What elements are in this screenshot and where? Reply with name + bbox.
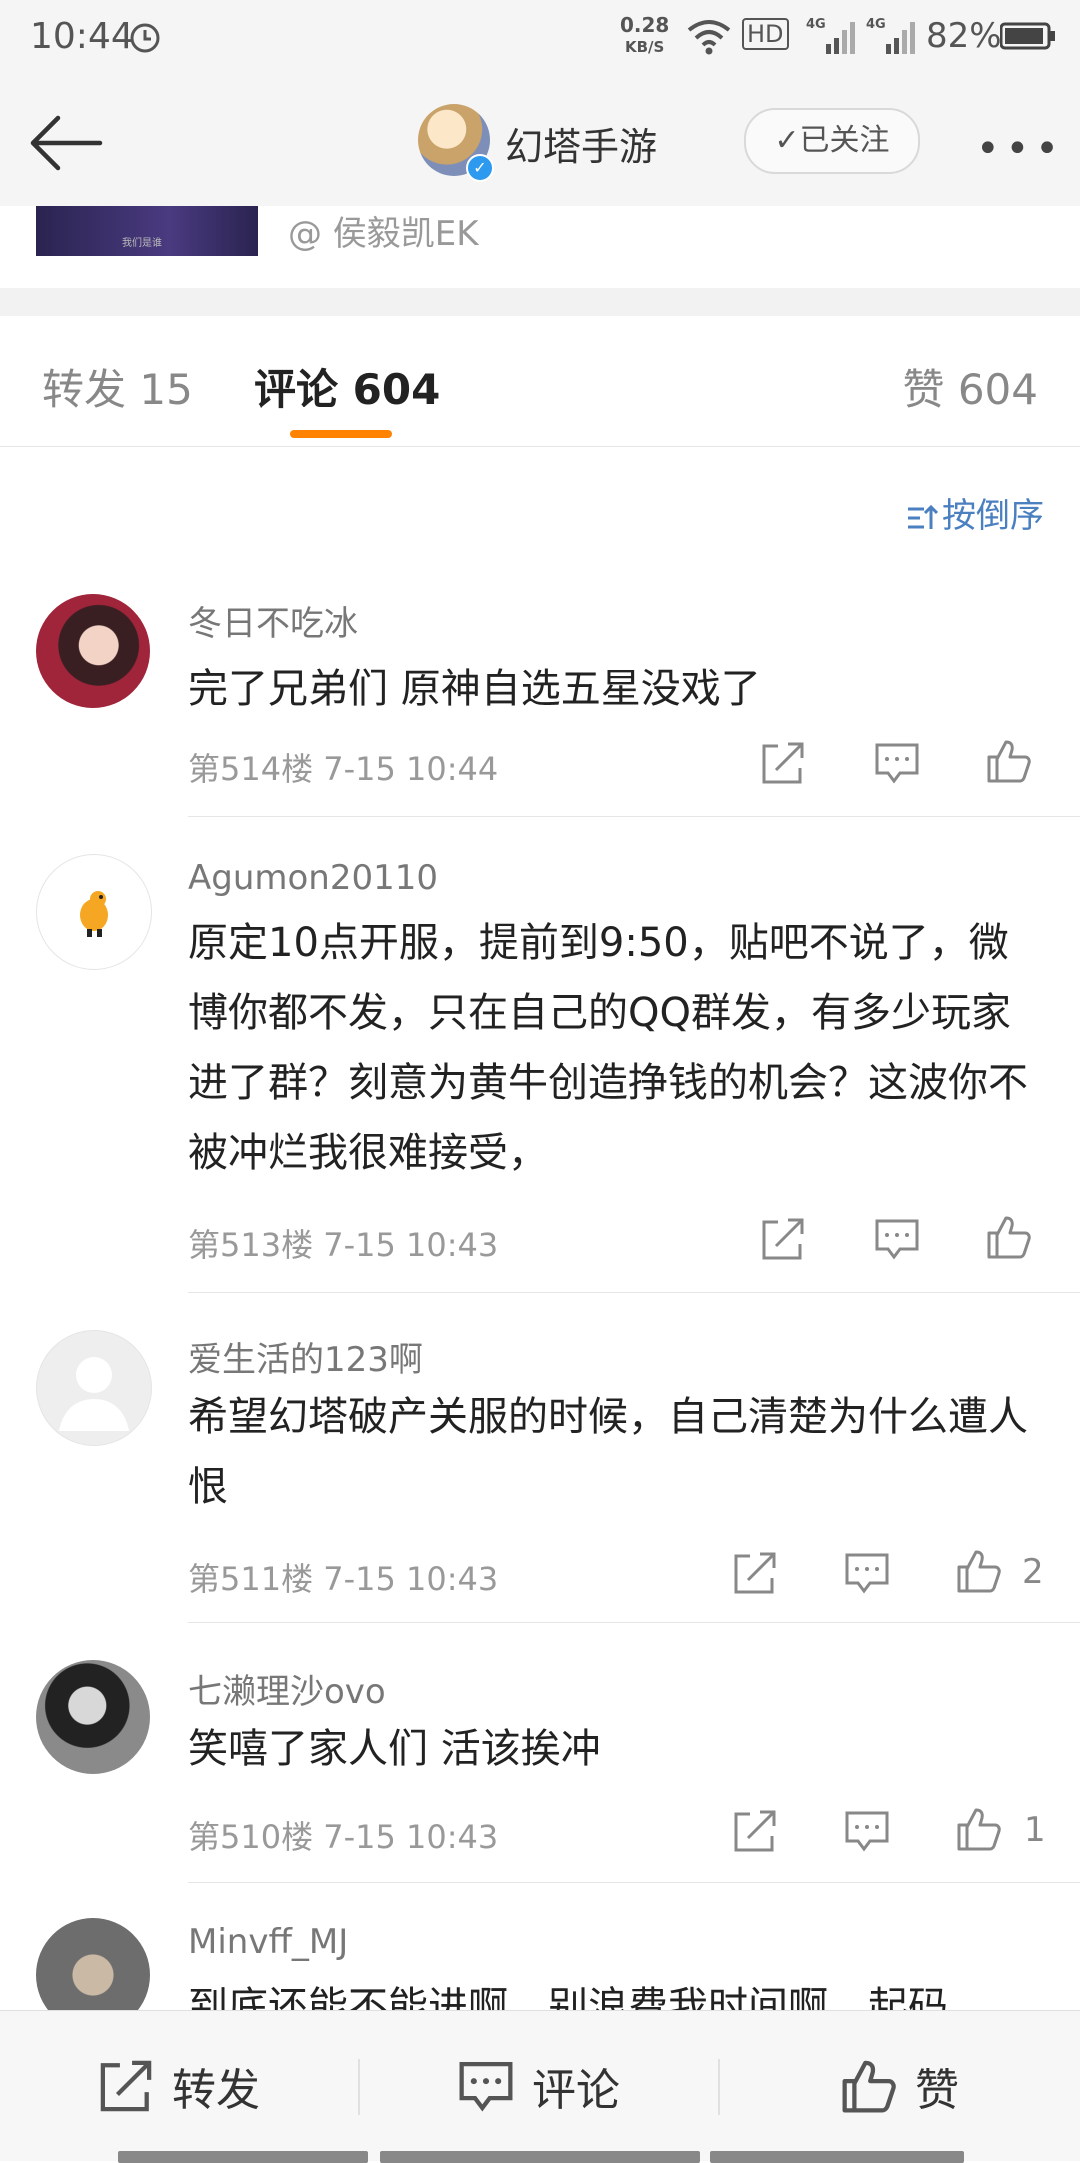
reply-icon[interactable] — [874, 1216, 920, 1262]
tab-comment[interactable]: 评论 604 — [254, 356, 440, 417]
interaction-tabs: 转发 15 评论 604 赞 604 — [0, 316, 1080, 447]
like-button[interactable]: 赞 — [720, 2011, 1080, 2161]
commenter-name[interactable]: 爱生活的123啊 — [188, 1332, 423, 1381]
battery-icon — [1000, 22, 1055, 50]
comment-divider — [188, 1622, 1080, 1623]
share-icon[interactable] — [732, 1550, 778, 1596]
tab-like[interactable]: 赞 604 — [902, 356, 1038, 417]
share-icon[interactable] — [760, 1216, 806, 1262]
reply-icon[interactable] — [874, 740, 920, 786]
more-options-icon[interactable]: ••• — [976, 126, 1065, 172]
comment-divider — [188, 1292, 1080, 1293]
comment-divider — [188, 1882, 1080, 1883]
sort-icon — [908, 504, 938, 529]
scroll-handle — [118, 2151, 368, 2163]
bottom-action-bar: 转发 评论 赞 — [0, 2010, 1080, 2163]
thumbs-up-icon[interactable] — [986, 1214, 1032, 1260]
thumbs-up-icon — [842, 2060, 896, 2113]
commenter-avatar[interactable] — [36, 854, 152, 970]
dinosaur-avatar-icon — [80, 891, 108, 937]
thumbs-up-icon[interactable] — [956, 1806, 1002, 1852]
section-divider — [0, 288, 1080, 316]
thumbnail-caption: 我们是谁 — [122, 238, 162, 249]
hd-voice-badge: HD — [742, 18, 789, 50]
sort-order-button[interactable]: 按倒序 — [906, 488, 1044, 537]
scroll-handle — [710, 2151, 964, 2163]
post-thumbnail[interactable]: 我们是谁 — [36, 206, 258, 256]
commenter-name[interactable]: Agumon20110 — [188, 858, 438, 898]
repost-label: 转发 — [172, 2065, 260, 2116]
thumbs-up-icon[interactable] — [986, 738, 1032, 784]
like-count: 2 — [1022, 1552, 1044, 1592]
commenter-name[interactable]: Minvff_MJ — [188, 1922, 348, 1962]
signal-icon: 4G — [806, 17, 855, 54]
comment-text[interactable]: 到底还能不能进啊，别浪费我时间啊，起码 — [188, 1972, 1048, 2010]
comment-text[interactable]: 原定10点开服，提前到9:50，贴吧不说了，微博你都不发，只在自己的QQ群发，有… — [188, 908, 1048, 1188]
share-icon — [100, 2060, 152, 2112]
comment-item: Minvff_MJ 到底还能不能进啊，别浪费我时间啊，起码 — [0, 1916, 1080, 2010]
commenter-avatar[interactable] — [36, 1330, 152, 1446]
follow-button[interactable]: ✓已关注 — [744, 108, 920, 174]
back-arrow-icon[interactable] — [28, 114, 104, 172]
commenter-avatar[interactable] — [36, 1660, 150, 1774]
account-name[interactable]: 幻塔手游 — [505, 116, 657, 171]
comment-text[interactable]: 希望幻塔破产关服的时候，自己清楚为什么遭人恨 — [188, 1382, 1048, 1522]
svg-text:4G: 4G — [806, 17, 826, 32]
repost-button[interactable]: 转发 — [0, 2011, 358, 2161]
comment-floor-time: 第514楼 7-15 10:44 — [188, 750, 499, 788]
network-speed: 0.28 KB/S — [620, 13, 670, 56]
active-tab-indicator — [290, 430, 392, 438]
share-icon[interactable] — [732, 1808, 778, 1854]
default-user-icon — [59, 1357, 129, 1431]
clock: 10:44 — [30, 16, 134, 57]
reply-icon[interactable] — [844, 1550, 890, 1596]
alarm-icon — [130, 23, 160, 53]
commenter-avatar[interactable] — [36, 594, 150, 708]
like-label: 赞 — [915, 2065, 959, 2116]
top-nav-bar: ✓ 幻塔手游 ✓已关注 ••• — [0, 76, 1080, 207]
commenter-name[interactable]: 冬日不吃冰 — [188, 596, 358, 645]
comment-floor-time: 第510楼 7-15 10:43 — [188, 1818, 499, 1856]
signal-icon: 4G — [866, 17, 915, 54]
tab-repost[interactable]: 转发 15 — [42, 356, 193, 417]
comment-floor-time: 第511楼 7-15 10:43 — [188, 1560, 499, 1598]
wifi-icon — [687, 20, 731, 55]
scroll-handle — [380, 2151, 700, 2163]
comment-floor-time: 第513楼 7-15 10:43 — [188, 1226, 499, 1264]
comment-text[interactable]: 笑嘻了家人们 活该挨冲 — [188, 1714, 1048, 1784]
original-post-card[interactable]: 我们是谁 @ 侯毅凯EK — [0, 206, 1080, 286]
share-icon[interactable] — [760, 740, 806, 786]
thumbs-up-icon[interactable] — [956, 1548, 1002, 1594]
like-count: 1 — [1024, 1810, 1046, 1850]
comment-button[interactable]: 评论 — [360, 2011, 718, 2161]
status-bar: 10:44 0.28 KB/S HD 4G 4G 82% — [0, 0, 1080, 76]
commenter-name[interactable]: 七濑理沙ovo — [188, 1664, 386, 1713]
verified-badge-icon: ✓ — [466, 154, 494, 182]
comment-divider — [188, 816, 1080, 817]
comment-text[interactable]: 完了兄弟们 原神自选五星没戏了 — [188, 654, 1048, 724]
comment-label: 评论 — [532, 2065, 620, 2116]
battery-percent: 82% — [926, 16, 1002, 56]
svg-text:4G: 4G — [866, 17, 886, 32]
original-author[interactable]: @ 侯毅凯EK — [288, 206, 479, 255]
commenter-avatar[interactable] — [36, 1918, 150, 2010]
sort-label: 按倒序 — [942, 496, 1044, 536]
reply-icon[interactable] — [844, 1808, 890, 1854]
reply-icon — [459, 2061, 513, 2112]
